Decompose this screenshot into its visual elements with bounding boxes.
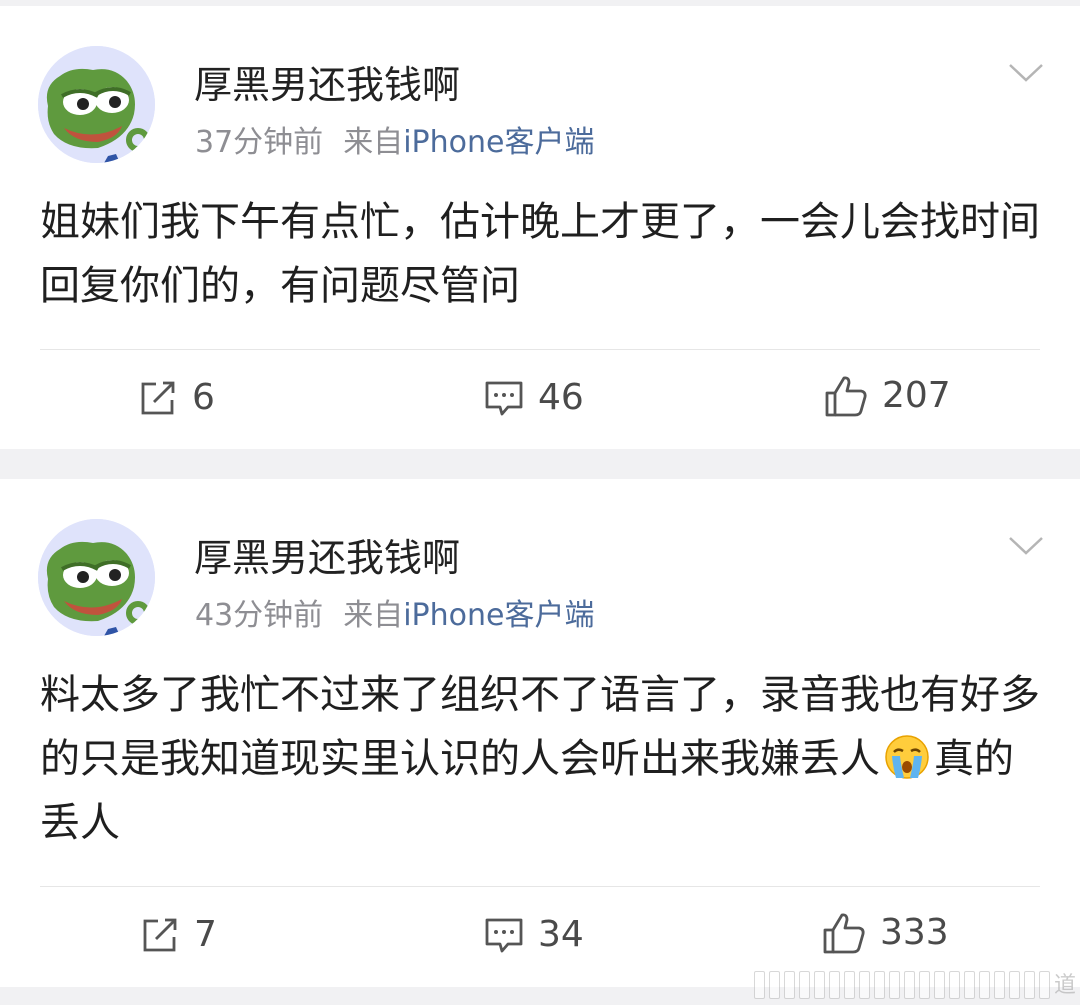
post-meta: 37分钟前 来自iPhone客户端	[195, 123, 594, 163]
frog-avatar-image	[38, 46, 155, 163]
watermark-bar	[873, 971, 885, 999]
post-content: 姐妹们我下午有点忙，估计晚上才更了，一会儿会找时间回复你们的，有问题尽管问	[40, 199, 1040, 309]
watermark-bar	[798, 971, 810, 999]
post-source-link[interactable]: iPhone客户端	[403, 125, 594, 160]
post-time: 43分钟前	[195, 598, 324, 633]
share-icon	[143, 918, 177, 952]
username[interactable]: 厚黑男还我钱啊	[194, 60, 460, 110]
thumbs-up-icon	[825, 376, 867, 417]
comment-count: 34	[538, 914, 584, 955]
watermark-bar	[813, 971, 825, 999]
comment-icon	[485, 381, 523, 416]
divider	[40, 886, 1040, 887]
divider	[40, 349, 1040, 350]
post-time: 37分钟前	[195, 125, 324, 160]
frog-avatar-image	[38, 519, 155, 636]
avatar[interactable]	[38, 46, 155, 163]
post-content: 料太多了我忙不过来了组织不了语言了，录音我也有好多的只是我知道现实里认识的人会听…	[40, 663, 1050, 855]
source-prefix: 来自	[343, 125, 404, 160]
like-count: 207	[882, 375, 951, 416]
watermark-bar	[858, 971, 870, 999]
weibo-post-card: 厚黑男还我钱啊 37分钟前 来自iPhone客户端 姐妹们我下午有点忙，估计晚上才…	[0, 6, 1080, 449]
watermark-bar	[1023, 971, 1035, 999]
repost-button[interactable]: 6	[138, 374, 215, 422]
watermark-bar	[1008, 971, 1020, 999]
chevron-down-icon[interactable]	[1008, 62, 1044, 84]
watermark-bar	[903, 971, 915, 999]
watermark-bar	[783, 971, 795, 999]
comment-button[interactable]: 34	[484, 911, 584, 959]
comment-button[interactable]: 46	[484, 374, 584, 422]
chevron-down-icon[interactable]	[1008, 535, 1044, 557]
repost-count: 7	[194, 914, 217, 955]
watermark-bar	[963, 971, 975, 999]
watermark-bar	[828, 971, 840, 999]
comment-count: 46	[538, 377, 584, 418]
watermark-bar	[993, 971, 1005, 999]
username[interactable]: 厚黑男还我钱啊	[194, 533, 460, 583]
thumbs-up-icon	[823, 913, 865, 954]
watermark: 道	[753, 971, 1076, 999]
watermark-bar	[768, 971, 780, 999]
source-prefix: 来自	[343, 598, 404, 633]
like-button[interactable]: 333	[822, 909, 949, 957]
watermark-bar	[948, 971, 960, 999]
repost-button[interactable]: 7	[140, 911, 217, 959]
avatar[interactable]	[38, 519, 155, 636]
watermark-bar	[933, 971, 945, 999]
weibo-post-card: 厚黑男还我钱啊 43分钟前 来自iPhone客户端 料太多了我忙不过来了组织不了语…	[0, 479, 1080, 987]
like-button[interactable]: 207	[824, 372, 951, 420]
crying-face-emoji	[885, 735, 929, 779]
watermark-bar	[1038, 971, 1050, 999]
post-source-link[interactable]: iPhone客户端	[403, 598, 594, 633]
repost-count: 6	[192, 377, 215, 418]
watermark-bar	[843, 971, 855, 999]
watermark-bar	[918, 971, 930, 999]
watermark-bar	[753, 971, 765, 999]
share-icon	[141, 381, 175, 415]
comment-icon	[485, 918, 523, 953]
watermark-glyph: 道	[1053, 973, 1076, 998]
watermark-bar	[978, 971, 990, 999]
watermark-bar	[888, 971, 900, 999]
like-count: 333	[880, 912, 949, 953]
post-meta: 43分钟前 来自iPhone客户端	[195, 596, 594, 636]
